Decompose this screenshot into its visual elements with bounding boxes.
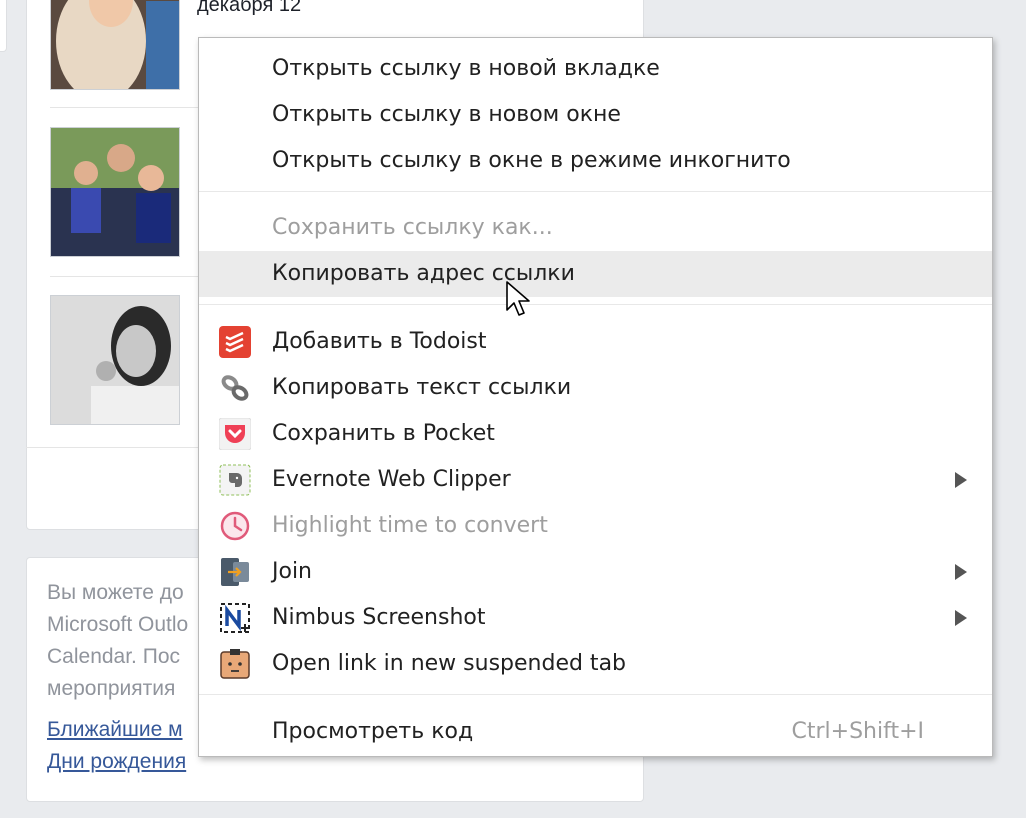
friend-photo-1[interactable] [50, 0, 180, 90]
menu-item-copy-link-address[interactable]: Копировать адрес ссылки [199, 251, 992, 297]
menu-item-label: Открыть ссылку в новом окне [272, 102, 621, 127]
menu-item-open-new-window[interactable]: Открыть ссылку в новом окне [199, 92, 992, 138]
menu-item-save-to-pocket[interactable]: Сохранить в Pocket [199, 411, 992, 457]
menu-item-label: Join [272, 559, 313, 584]
menu-item-label: Просмотреть код [272, 719, 474, 744]
birthdays-link[interactable]: Дни рождения [47, 750, 186, 774]
menu-item-save-link-as: Сохранить ссылку как... [199, 205, 992, 251]
pocket-icon [219, 418, 251, 450]
suspender-icon [219, 648, 251, 680]
menu-item-open-suspended-tab[interactable]: Open link in new suspended tab [199, 641, 992, 687]
submenu-arrow-icon [955, 610, 967, 626]
menu-separator [199, 694, 992, 695]
menu-item-copy-link-text[interactable]: Копировать текст ссылки [199, 365, 992, 411]
clock-icon [219, 510, 251, 542]
context-menu: Открыть ссылку в новой вкладке Открыть с… [198, 37, 993, 757]
menu-item-label: Evernote Web Clipper [272, 467, 511, 492]
menu-item-label: Сохранить в Pocket [272, 421, 495, 446]
info-text-line: Calendar. Пос [47, 645, 181, 668]
friend-photo-3[interactable] [50, 295, 180, 425]
menu-item-join[interactable]: Join [199, 549, 992, 595]
menu-separator [199, 304, 992, 305]
friend-photo-2[interactable] [50, 127, 180, 257]
info-text-line: Вы можете до [47, 581, 184, 604]
left-edge-panel [0, 0, 7, 52]
join-icon [219, 556, 251, 588]
link-chain-icon [219, 372, 251, 404]
menu-item-highlight-time: Highlight time to convert [199, 503, 992, 549]
menu-item-label: Nimbus Screenshot [272, 605, 486, 630]
menu-item-open-new-tab[interactable]: Открыть ссылку в новой вкладке [199, 46, 992, 92]
date-label: декабря 12 [197, 0, 302, 16]
menu-item-label: Добавить в Todoist [272, 329, 487, 354]
menu-separator [199, 191, 992, 192]
mouse-pointer-icon [506, 281, 530, 316]
menu-item-label: Highlight time to convert [272, 513, 548, 538]
menu-item-label: Open link in new suspended tab [272, 651, 627, 676]
menu-item-add-to-todoist[interactable]: Добавить в Todoist [199, 319, 992, 365]
submenu-arrow-icon [955, 472, 967, 488]
menu-item-open-incognito[interactable]: Открыть ссылку в окне в режиме инкогнито [199, 138, 992, 184]
menu-item-nimbus-screenshot[interactable]: Nimbus Screenshot [199, 595, 992, 641]
upcoming-events-link[interactable]: Ближайшие м [47, 718, 183, 742]
menu-item-inspect[interactable]: Просмотреть код Ctrl+Shift+I [199, 709, 992, 755]
shortcut-label: Ctrl+Shift+I [791, 719, 924, 744]
menu-item-evernote-clipper[interactable]: Evernote Web Clipper [199, 457, 992, 503]
menu-item-label: Открыть ссылку в новой вкладке [272, 56, 660, 81]
evernote-icon [219, 464, 251, 496]
nimbus-icon [219, 602, 251, 634]
menu-item-label: Сохранить ссылку как... [272, 215, 553, 240]
todoist-icon [219, 326, 251, 358]
menu-item-label: Копировать текст ссылки [272, 375, 572, 400]
info-text-line: Microsoft Outlo [47, 613, 189, 636]
menu-item-label: Открыть ссылку в окне в режиме инкогнито [272, 148, 791, 173]
submenu-arrow-icon [955, 564, 967, 580]
info-text-line: мероприятия [47, 677, 176, 700]
